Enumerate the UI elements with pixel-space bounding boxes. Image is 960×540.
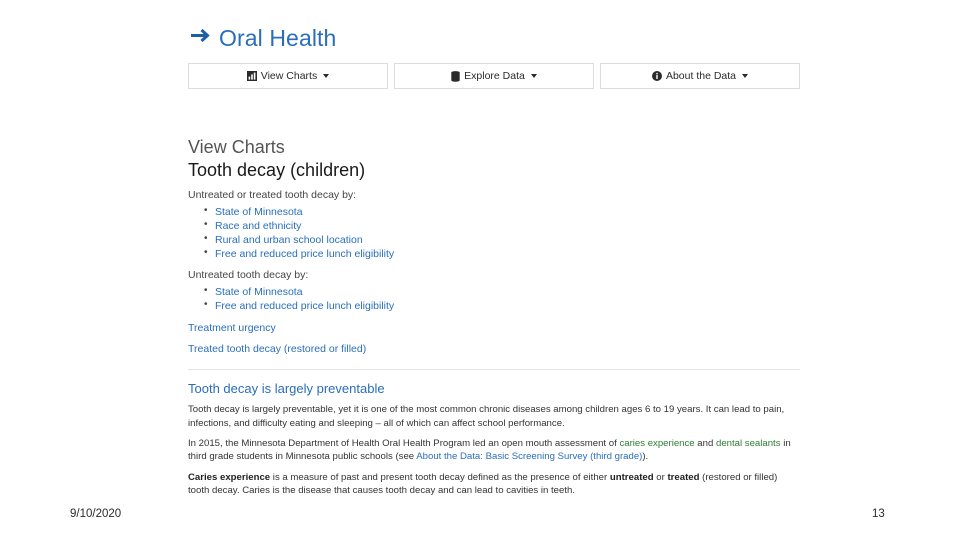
- explore-data-label: Explore Data: [464, 70, 525, 82]
- chevron-down-icon: [530, 74, 537, 78]
- link-treatment-urgency[interactable]: Treatment urgency: [188, 322, 800, 334]
- link-free-and-reduced-price-lunch-eligibility[interactable]: Free and reduced price lunch eligibility: [215, 248, 394, 260]
- slide: Oral Health View Charts Explore Data Abo…: [0, 0, 960, 540]
- preventable-paragraph-3: Caries experience is a measure of past a…: [188, 471, 800, 498]
- bar-chart-icon: [246, 71, 257, 81]
- link-race-and-ethnicity[interactable]: Race and ethnicity: [215, 220, 301, 232]
- link-free-and-reduced-price-lunch-eligibility-untreated[interactable]: Free and reduced price lunch eligibility: [215, 300, 394, 312]
- chevron-down-icon: [742, 74, 749, 78]
- embedded-webpage-screenshot: Oral Health View Charts Explore Data Abo…: [188, 20, 800, 528]
- about-the-data-button[interactable]: About the Data: [600, 63, 800, 89]
- section-divider: [188, 369, 800, 371]
- site-header: Oral Health: [188, 20, 800, 56]
- site-title: Oral Health: [219, 24, 337, 51]
- database-icon: [451, 70, 460, 82]
- arrow-right-icon: [190, 26, 212, 50]
- list-item[interactable]: State of Minnesota: [204, 204, 800, 219]
- about-the-data-label: About the Data: [665, 70, 737, 82]
- nav-button-row: View Charts Explore Data About the Data: [188, 63, 800, 89]
- group1-link-list: State of Minnesota Race and ethnicity Ru…: [188, 204, 800, 261]
- preventable-paragraph-2: In 2015, the Minnesota Department of Hea…: [188, 437, 800, 464]
- para3-bold-treated: treated: [667, 471, 700, 483]
- list-item[interactable]: Free and reduced price lunch eligibility: [204, 246, 800, 261]
- link-about-the-data-basic-screening-survey[interactable]: About the Data: Basic Screening Survey (…: [416, 451, 642, 462]
- para3-bold-untreated: untreated: [609, 471, 654, 483]
- preventable-heading: Tooth decay is largely preventable: [188, 381, 385, 397]
- list-item[interactable]: Race and ethnicity: [204, 218, 800, 233]
- slide-number: 13: [872, 508, 885, 520]
- list-item[interactable]: State of Minnesota: [204, 284, 800, 299]
- link-dental-sealants[interactable]: dental sealants: [716, 438, 781, 449]
- page-title: Tooth decay (children): [188, 159, 366, 180]
- para2-text-end: ).: [642, 451, 649, 463]
- link-state-of-minnesota-untreated[interactable]: State of Minnesota: [215, 286, 303, 298]
- link-caries-experience[interactable]: caries experience: [619, 438, 694, 449]
- preventable-paragraph-1: Tooth decay is largely preventable, yet …: [188, 404, 785, 429]
- list-item[interactable]: Free and reduced price lunch eligibility: [204, 298, 800, 313]
- link-rural-and-urban-school-location[interactable]: Rural and urban school location: [215, 234, 363, 246]
- explore-data-button[interactable]: Explore Data: [394, 63, 594, 89]
- para3-text-1: is a measure of past and present tooth d…: [270, 471, 610, 483]
- para3-text-mid: or: [653, 471, 668, 483]
- group1-lead: Untreated or treated tooth decay by:: [188, 189, 357, 202]
- link-treated-tooth-decay[interactable]: Treated tooth decay (restored or filled): [188, 343, 800, 355]
- group2-link-list: State of Minnesota Free and reduced pric…: [188, 284, 800, 313]
- para3-bold-caries-experience: Caries experience: [188, 471, 271, 483]
- chevron-down-icon: [323, 74, 330, 78]
- group2-lead: Untreated tooth decay by:: [188, 269, 309, 282]
- para2-text-mid: and: [694, 438, 716, 449]
- main-content: View Charts Tooth decay (children) Untre…: [188, 137, 800, 498]
- view-charts-button[interactable]: View Charts: [188, 63, 388, 89]
- link-state-of-minnesota[interactable]: State of Minnesota: [215, 206, 303, 218]
- section-label: View Charts: [188, 137, 285, 157]
- view-charts-label: View Charts: [260, 70, 318, 82]
- para2-text-1: In 2015, the Minnesota Department of Hea…: [188, 438, 620, 449]
- list-item[interactable]: Rural and urban school location: [204, 232, 800, 247]
- slide-date: 9/10/2020: [70, 508, 122, 520]
- info-circle-icon: [651, 71, 662, 81]
